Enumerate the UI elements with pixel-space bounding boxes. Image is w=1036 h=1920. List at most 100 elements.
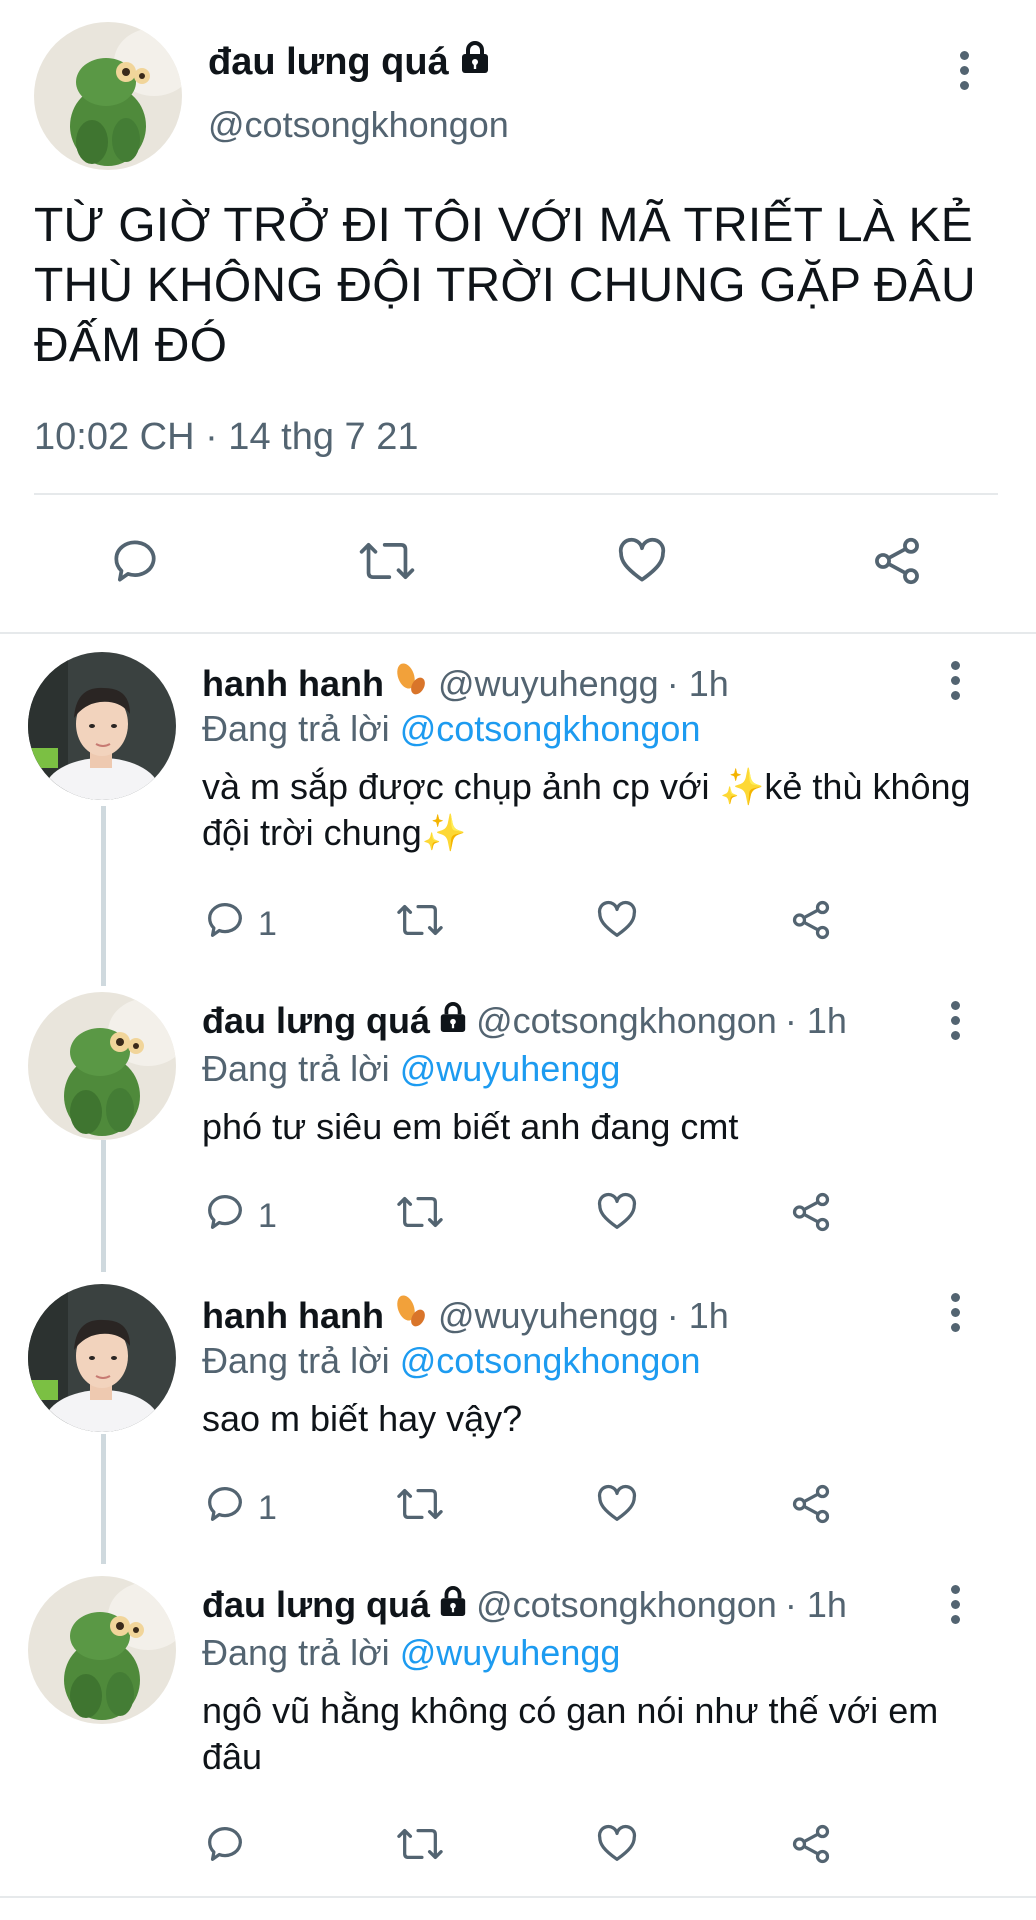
reply-button[interactable] [100, 528, 170, 598]
reply-icon [202, 1189, 248, 1244]
reply-actions [202, 1820, 842, 1876]
reply-header: đau lưng quá @cotsongkhongon · 1h [202, 1000, 847, 1042]
reply-tweet[interactable]: hanh hanh @wuyuhengg · 1h Đang trả lời @… [0, 652, 1036, 952]
reply-header: hanh hanh @wuyuhengg · 1h [202, 660, 729, 707]
author-name[interactable]: đau lưng quá [208, 40, 491, 84]
author-handle[interactable]: @cotsongkhongon [208, 104, 509, 146]
like-button[interactable] [594, 1188, 640, 1244]
reply-count: 1 [258, 1196, 277, 1235]
share-button[interactable] [862, 528, 932, 598]
more-options-button[interactable] [943, 1576, 967, 1632]
like-button[interactable] [594, 1480, 640, 1536]
reply-icon [202, 1821, 248, 1876]
tweet-timestamp[interactable]: 10:02 CH · 14 thg 7 21 [34, 416, 418, 459]
author-handle[interactable]: @wuyuhengg [438, 1295, 659, 1337]
like-button[interactable] [594, 896, 640, 952]
reply-icon [107, 533, 163, 594]
share-button[interactable] [788, 1820, 834, 1876]
replying-label: Đang trả lời [202, 1632, 390, 1673]
divider [34, 493, 998, 495]
like-button[interactable] [594, 1820, 640, 1876]
share-icon [788, 897, 834, 952]
mention-link[interactable]: @cotsongkhongon [400, 1340, 701, 1381]
divider [0, 632, 1036, 634]
mention-link[interactable]: @cotsongkhongon [400, 708, 701, 749]
author-avatar[interactable] [28, 1576, 176, 1724]
reply-actions: 1 [202, 896, 842, 952]
reply-time: · 1h [666, 662, 729, 704]
like-button[interactable] [607, 528, 677, 598]
share-icon [788, 1481, 834, 1536]
reply-actions: 1 [202, 1188, 842, 1244]
mention-link[interactable]: @wuyuhengg [400, 1048, 621, 1089]
author-handle[interactable]: @wuyuhengg [438, 663, 659, 705]
author-handle[interactable]: @cotsongkhongon [476, 1000, 777, 1042]
more-options-button[interactable] [943, 1284, 967, 1340]
lock-icon [459, 40, 491, 84]
share-button[interactable] [788, 1188, 834, 1244]
reply-button[interactable] [202, 1820, 258, 1876]
reply-tweet[interactable]: đau lưng quá @cotsongkhongon · 1h Đang t… [0, 992, 1036, 1252]
reply-tweet[interactable]: đau lưng quá @cotsongkhongon · 1h Đang t… [0, 1576, 1036, 1886]
replying-to: Đang trả lời @cotsongkhongon [202, 1340, 700, 1382]
sparkles-emoji: ✨ [421, 812, 467, 853]
reply-button[interactable]: 1 [202, 1480, 277, 1536]
reply-text: và m sắp được chụp ảnh cp với ✨kẻ thù kh… [202, 764, 992, 856]
tweet-actions [0, 528, 1036, 598]
retweet-button[interactable] [395, 1480, 445, 1536]
author-avatar[interactable] [28, 992, 176, 1140]
heart-icon [594, 1481, 640, 1536]
more-options-button[interactable] [943, 652, 967, 708]
main-tweet: đau lưng quá @cotsongkhongon TỪ GIỜ TRỞ … [0, 0, 1036, 632]
author-avatar[interactable] [28, 1284, 176, 1432]
reply-actions: 1 [202, 1480, 842, 1536]
more-options-button[interactable] [952, 42, 976, 98]
lock-icon [438, 1000, 468, 1042]
share-icon [869, 533, 925, 594]
reply-text-part: và m sắp được chụp ảnh cp với [202, 766, 720, 807]
retweet-button[interactable] [395, 1188, 445, 1244]
author-avatar[interactable] [28, 652, 176, 800]
replying-label: Đang trả lời [202, 1340, 390, 1381]
author-name[interactable]: đau lưng quá [202, 1584, 430, 1626]
sparkles-emoji: ✨ [719, 766, 765, 807]
reply-header: hanh hanh @wuyuhengg · 1h [202, 1292, 729, 1339]
reply-tweet[interactable]: hanh hanh @wuyuhengg · 1h Đang trả lời @… [0, 1284, 1036, 1544]
share-icon [788, 1189, 834, 1244]
retweet-button[interactable] [395, 1820, 445, 1876]
replying-label: Đang trả lời [202, 708, 390, 749]
reply-icon [202, 897, 248, 952]
replying-label: Đang trả lời [202, 1048, 390, 1089]
reply-time: · 1h [784, 1000, 847, 1041]
share-button[interactable] [788, 896, 834, 952]
reply-text: phó tư siêu em biết anh đang cmt [202, 1104, 992, 1150]
reply-text-part: sao m biết hay vậy? [202, 1398, 523, 1439]
leaf-emoji-icon [392, 660, 430, 707]
author-avatar[interactable] [34, 22, 182, 170]
author-name[interactable]: đau lưng quá [202, 1000, 430, 1042]
author-name-text: đau lưng quá [208, 40, 449, 83]
retweet-button[interactable] [395, 896, 445, 952]
replying-to: Đang trả lời @wuyuhengg [202, 1632, 620, 1674]
reply-time: · 1h [666, 1294, 729, 1336]
share-button[interactable] [788, 1480, 834, 1536]
share-icon [788, 1821, 834, 1876]
reply-button[interactable]: 1 [202, 1188, 277, 1244]
retweet-icon [395, 1189, 445, 1244]
retweet-button[interactable] [352, 528, 422, 598]
reply-count: 1 [258, 1488, 277, 1527]
reply-header: đau lưng quá @cotsongkhongon · 1h [202, 1584, 847, 1626]
mention-link[interactable]: @wuyuhengg [400, 1632, 621, 1673]
tweet-text: TỪ GIỜ TRỞ ĐI TÔI VỚI MÃ TRIẾT LÀ KẺ THÙ… [34, 199, 976, 372]
author-handle[interactable]: @cotsongkhongon [476, 1584, 777, 1626]
leaf-emoji-icon [392, 1292, 430, 1339]
author-name[interactable]: hanh hanh [202, 663, 384, 705]
reply-button[interactable]: 1 [202, 896, 277, 952]
retweet-icon [395, 1821, 445, 1876]
heart-icon [594, 1821, 640, 1876]
more-options-button[interactable] [943, 992, 967, 1048]
heart-icon [614, 533, 670, 594]
author-name[interactable]: hanh hanh [202, 1295, 384, 1337]
retweet-icon [395, 1481, 445, 1536]
retweet-icon [357, 533, 417, 594]
